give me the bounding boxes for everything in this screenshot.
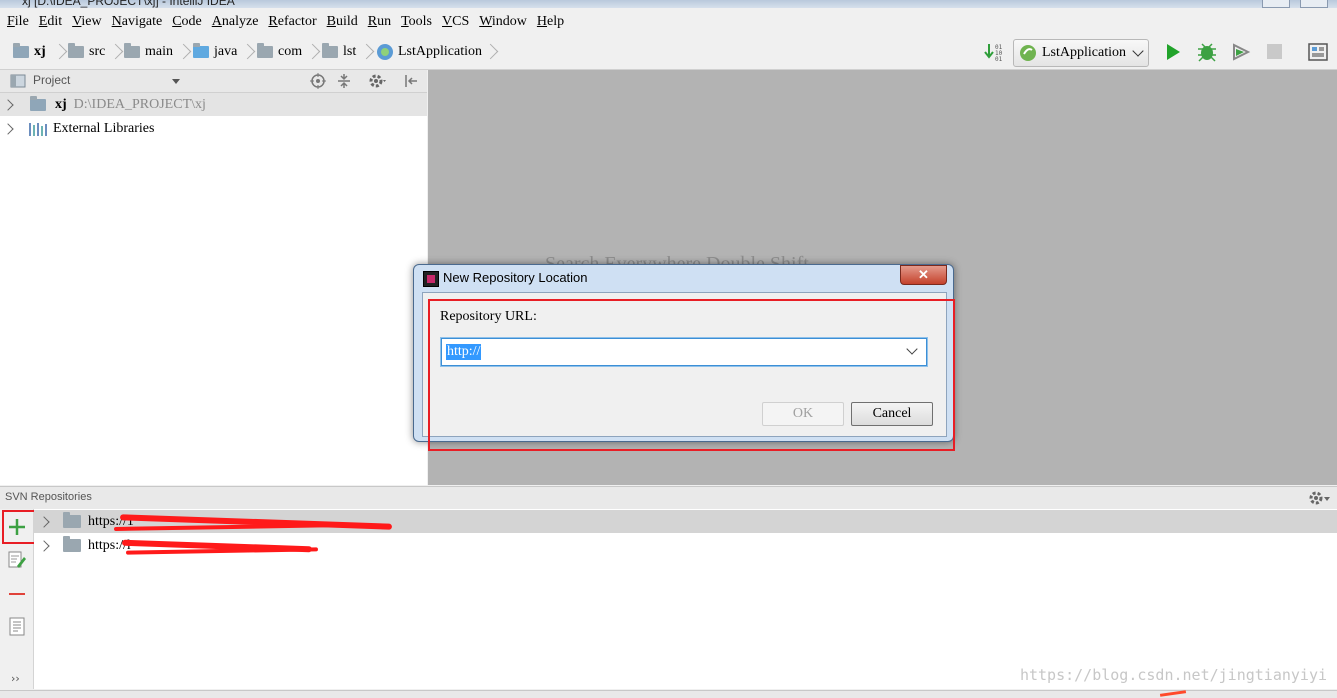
breadcrumb-separator-icon — [58, 42, 66, 62]
menu-edit[interactable]: Edit — [39, 14, 62, 30]
breadcrumb-com[interactable]: com — [257, 43, 302, 61]
breadcrumb-separator-icon — [114, 42, 122, 62]
breadcrumb-lstapplication[interactable]: LstApplication — [376, 43, 482, 61]
dialog-titlebar[interactable]: New Repository Location ✕ — [414, 265, 953, 291]
package-icon — [257, 43, 273, 58]
module-icon — [30, 95, 46, 111]
menu-code[interactable]: Code — [172, 14, 202, 30]
breadcrumb-lst[interactable]: lst — [322, 43, 356, 61]
menu-bar: File Edit View Navigate Code Analyze Ref… — [0, 9, 1337, 34]
svn-toolbar: ›› — [0, 509, 39, 689]
breadcrumb-main[interactable]: main — [124, 43, 173, 61]
tree-item-label: xj — [55, 96, 67, 112]
project-panel-header: Project — [0, 70, 427, 93]
breadcrumb-xj[interactable]: xj — [13, 43, 46, 61]
folder-icon — [63, 536, 81, 552]
dialog-title: New Repository Location — [443, 270, 588, 285]
tree-item-xj[interactable]: xj D:\IDEA_PROJECT\xj — [0, 93, 427, 116]
breadcrumb-separator-icon — [489, 42, 497, 62]
breadcrumb-java[interactable]: java — [193, 43, 237, 61]
gear-icon[interactable] — [368, 73, 388, 89]
intellij-icon — [423, 271, 439, 287]
tree-item-external-libraries[interactable]: External Libraries — [0, 117, 427, 140]
spring-boot-icon — [377, 44, 393, 60]
breadcrumb-label: main — [145, 44, 173, 59]
module-icon — [13, 43, 29, 58]
window-title: xj [D:\IDEA_PROJECT\xj] - IntelliJ IDEA — [22, 0, 235, 8]
info-icon[interactable] — [9, 617, 25, 637]
run-configuration-selector[interactable]: LstApplication — [1013, 39, 1149, 67]
hide-panel-icon[interactable] — [403, 73, 419, 89]
expand-arrow-icon[interactable] — [38, 515, 50, 528]
project-panel-title: Project — [33, 73, 71, 87]
svn-repo-row[interactable]: https://1 — [34, 510, 1337, 533]
breadcrumb-label: xj — [34, 44, 46, 59]
breadcrumb-separator-icon — [365, 42, 373, 62]
menu-help[interactable]: Help — [537, 14, 564, 30]
maximize-button[interactable] — [1262, 0, 1290, 8]
build-binary-icon[interactable]: 01 10 01 — [984, 41, 1006, 63]
gear-icon[interactable] — [1307, 489, 1333, 507]
breadcrumb-label: LstApplication — [398, 44, 482, 59]
library-icon — [29, 122, 47, 136]
folder-icon — [193, 43, 209, 58]
menu-analyze[interactable]: Analyze — [212, 14, 259, 30]
menu-window[interactable]: Window — [479, 14, 527, 30]
spring-boot-icon — [1020, 45, 1036, 61]
watermark: https://blog.csdn.net/jingtianyiyi — [1019, 666, 1327, 684]
breadcrumb-label: com — [278, 44, 303, 59]
breadcrumb-label: src — [89, 44, 106, 59]
svn-repository-list: https://1 https://l — [34, 509, 1337, 689]
menu-run[interactable]: Run — [368, 14, 391, 30]
highlight-frame — [428, 299, 955, 451]
edit-icon[interactable] — [8, 550, 26, 570]
folder-icon — [63, 512, 81, 528]
breadcrumb-label: lst — [343, 44, 357, 59]
debug-icon[interactable] — [1196, 41, 1218, 63]
close-icon[interactable]: ✕ — [900, 265, 947, 285]
run-icon[interactable] — [1163, 42, 1183, 62]
menu-tools[interactable]: Tools — [401, 14, 432, 30]
chevron-down-icon — [1132, 45, 1144, 57]
tree-item-label: External Libraries — [53, 120, 155, 136]
target-icon[interactable] — [310, 73, 326, 89]
svn-repo-row[interactable]: https://l — [34, 534, 1337, 557]
breadcrumb-label: java — [214, 44, 238, 59]
view-dropdown-icon[interactable] — [172, 79, 180, 84]
svg-text:01: 01 — [995, 56, 1003, 63]
menu-vcs[interactable]: VCS — [442, 14, 469, 30]
folder-icon — [124, 43, 140, 58]
more-icon[interactable]: ›› — [11, 672, 20, 685]
menu-refactor[interactable]: Refactor — [268, 14, 316, 30]
menu-file[interactable]: File — [7, 14, 29, 30]
menu-build[interactable]: Build — [327, 14, 358, 30]
remove-icon[interactable] — [9, 593, 25, 595]
stop-icon[interactable] — [1267, 44, 1282, 59]
project-tree: xj D:\IDEA_PROJECT\xj External Libraries — [0, 93, 427, 485]
menu-navigate[interactable]: Navigate — [112, 14, 163, 30]
folder-icon — [68, 43, 84, 58]
package-icon — [322, 43, 338, 58]
breadcrumb-separator-icon — [311, 42, 319, 62]
breadcrumb-separator-icon — [182, 42, 190, 62]
project-icon — [10, 74, 26, 88]
coverage-icon[interactable] — [1230, 41, 1252, 63]
collapse-icon[interactable] — [336, 73, 352, 89]
project-structure-icon[interactable] — [1307, 41, 1329, 63]
redaction-scribble — [125, 547, 319, 555]
redaction-scribble — [1159, 690, 1187, 697]
close-window-button[interactable] — [1300, 0, 1328, 8]
svn-panel-header: SVN Repositories — [0, 486, 1337, 509]
svn-panel-title: SVN Repositories — [5, 491, 92, 503]
redaction-scribble — [113, 522, 347, 532]
run-configuration-label: LstApplication — [1042, 45, 1126, 60]
breadcrumb-src[interactable]: src — [68, 43, 105, 61]
tree-item-path: D:\IDEA_PROJECT\xj — [73, 96, 206, 112]
window-titlebar: xj [D:\IDEA_PROJECT\xj] - IntelliJ IDEA — [0, 0, 1337, 8]
expand-arrow-icon[interactable] — [38, 539, 50, 552]
expand-arrow-icon[interactable] — [2, 98, 14, 111]
menu-view[interactable]: View — [72, 14, 102, 30]
expand-arrow-icon[interactable] — [2, 122, 14, 135]
breadcrumb-separator-icon — [246, 42, 254, 62]
